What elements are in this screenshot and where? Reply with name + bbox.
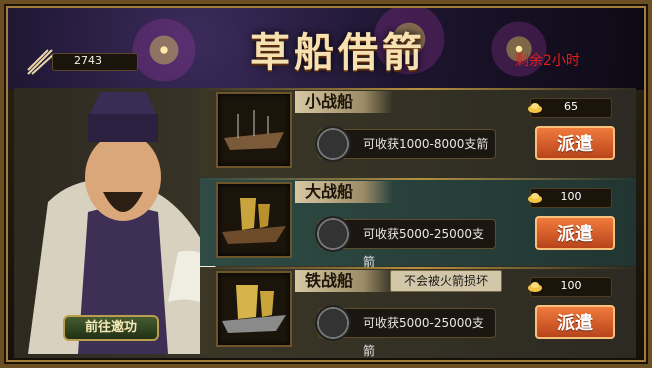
ship-cost: 65 — [528, 98, 612, 118]
ship-cost: 100 — [528, 188, 612, 208]
arrow-capacity: 可收获1000-8000支箭 — [315, 126, 496, 162]
arrow-bundle-icon — [315, 126, 351, 162]
dispatch-button[interactable]: 派遣 — [535, 216, 615, 250]
ship-cost: 100 — [528, 277, 612, 297]
ship-name: 铁战船 — [295, 270, 394, 292]
arrow-counter: 2743 — [26, 46, 138, 75]
claim-reward-button[interactable]: 前往邀功 — [63, 315, 159, 341]
arrow-capacity: 可收获5000-25000支箭 — [315, 305, 496, 358]
small-boat-icon — [216, 92, 292, 168]
page-title: 草船借箭 — [250, 29, 426, 76]
arrow-bundle-icon — [315, 305, 351, 341]
firework — [484, 14, 554, 84]
ship-name: 大战船 — [295, 181, 394, 203]
ship-row-large: 大战船 100 可收获5000-25000支箭 派遣 — [200, 178, 636, 269]
ship-row-iron: 铁战船 不会被火箭损坏 100 可收获5000-25000支箭 派遣 — [200, 267, 636, 358]
fire-immunity-note: 不会被火箭损坏 — [390, 270, 502, 292]
dispatch-button[interactable]: 派遣 — [535, 305, 615, 339]
window-frame: 2743 草船借箭 剩余2小时 前往邀功 小战船 65 可收获1000-8000… — [0, 0, 652, 368]
iron-boat-icon — [216, 271, 292, 347]
arrow-capacity: 可收获5000-25000支箭 — [315, 216, 496, 269]
dispatch-button[interactable]: 派遣 — [535, 126, 615, 160]
arrow-count: 2743 — [74, 54, 102, 67]
arrow-bundle-icon — [315, 216, 351, 252]
firework — [124, 10, 204, 90]
remaining-time: 剩余2小时 — [515, 53, 580, 69]
large-boat-icon — [216, 182, 292, 258]
ship-name: 小战船 — [295, 91, 394, 113]
ship-row-small: 小战船 65 可收获1000-8000支箭 派遣 — [200, 88, 636, 176]
